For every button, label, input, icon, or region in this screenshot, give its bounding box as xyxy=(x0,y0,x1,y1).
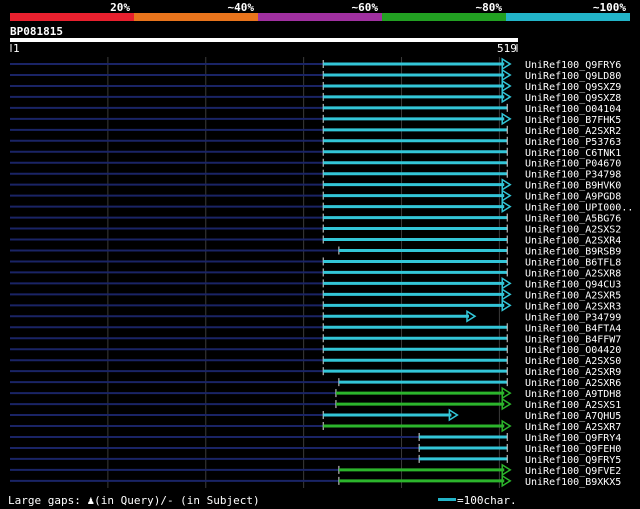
hit-row[interactable]: UniRef100_B4FTA4 xyxy=(10,323,621,334)
hit-row[interactable]: UniRef100_A9PGD8 xyxy=(10,189,621,203)
hit-row[interactable]: UniRef100_Q9SXZ9 xyxy=(10,79,621,93)
hit-row[interactable]: UniRef100_A2SXR9 xyxy=(10,367,621,378)
hit-row[interactable]: UniRef100_C6TNK1 xyxy=(10,147,621,159)
hit-row[interactable]: UniRef100_A2SXR4 xyxy=(10,235,621,247)
hit-label[interactable]: UniRef100_B6TFL8 xyxy=(525,257,621,268)
hit-label[interactable]: UniRef100_A2SXR5 xyxy=(525,290,621,301)
legend-label-3: ~60% xyxy=(352,1,379,14)
hit-row[interactable]: UniRef100_A2SXR2 xyxy=(10,125,621,137)
legend-segment-2 xyxy=(134,13,258,21)
hit-label[interactable]: UniRef100_B4FFW7 xyxy=(525,334,621,345)
hit-row[interactable]: UniRef100_A2SXR8 xyxy=(10,268,621,279)
legend-segment-4 xyxy=(382,13,506,21)
hit-row[interactable]: UniRef100_A5BG76 xyxy=(10,213,621,225)
hit-row[interactable]: UniRef100_A2SXR6 xyxy=(10,378,621,389)
hit-row[interactable]: UniRef100_Q9LD80 xyxy=(10,68,621,82)
hit-label[interactable]: UniRef100_A2SXR7 xyxy=(525,422,621,433)
legend-segment-1 xyxy=(10,13,134,21)
legend-segment-5 xyxy=(506,13,630,21)
hit-label[interactable]: UniRef100_B4FTA4 xyxy=(525,323,621,334)
query-bar xyxy=(10,38,518,42)
hit-label[interactable]: UniRef100_A7QHU5 xyxy=(525,411,621,422)
hit-label[interactable]: UniRef100_Q9FEH0 xyxy=(525,444,621,455)
hit-row[interactable]: UniRef100_A2SXS0 xyxy=(10,356,621,367)
query-id: BP081815 xyxy=(10,25,63,38)
hit-label[interactable]: UniRef100_A2SXS1 xyxy=(525,400,621,411)
hit-row[interactable]: UniRef100_Q9FRY5 xyxy=(10,454,621,466)
hit-label[interactable]: UniRef100_P04670 xyxy=(525,159,621,170)
hit-label[interactable]: UniRef100_B9RSB9 xyxy=(525,246,621,257)
hit-label[interactable]: UniRef100_Q9FRY4 xyxy=(525,433,621,444)
query-end: 519 xyxy=(497,42,517,55)
hit-row[interactable]: UniRef100_A7QHU5 xyxy=(10,408,621,422)
gaps-legend-text: Large gaps: ♟(in Query)/- (in Subject) xyxy=(8,494,260,507)
hit-label[interactable]: UniRef100_B7FHK5 xyxy=(525,115,621,126)
hit-label[interactable]: UniRef100_A2SXR4 xyxy=(525,236,621,247)
hit-label[interactable]: UniRef100_A2SXS2 xyxy=(525,225,621,236)
hit-label[interactable]: UniRef100_Q9LD80 xyxy=(525,71,621,82)
hit-label[interactable]: UniRef100_C6TNK1 xyxy=(525,148,621,159)
hit-label[interactable]: UniRef100_P53763 xyxy=(525,137,621,148)
hit-label[interactable]: UniRef100_O04420 xyxy=(525,345,621,356)
hit-label[interactable]: UniRef100_A5BG76 xyxy=(525,214,621,225)
hit-label[interactable]: UniRef100_O04104 xyxy=(525,104,621,115)
hit-label[interactable]: UniRef100_B9XKX5 xyxy=(525,477,621,488)
legend-label-5: ~100% xyxy=(593,1,626,14)
legend-label-1: 20% xyxy=(110,1,130,14)
hit-row[interactable]: UniRef100_Q9FVE2 xyxy=(10,463,621,477)
hit-label[interactable]: UniRef100_A9PGD8 xyxy=(525,192,621,203)
hit-row[interactable]: UniRef100_P34799 xyxy=(10,309,621,323)
hit-row[interactable]: UniRef100_P34798 xyxy=(10,169,621,181)
hit-row[interactable]: UniRef100_B7FHK5 xyxy=(10,112,621,126)
identity-legend-labels: 20% ~40% ~60% ~80% ~100% xyxy=(110,1,626,14)
legend-label-4: ~80% xyxy=(476,1,503,14)
scale-text: =100char. xyxy=(457,494,517,507)
hit-label[interactable]: UniRef100_A2SXR6 xyxy=(525,378,621,389)
hit-row[interactable]: UniRef100_A2SXS2 xyxy=(10,224,621,236)
legend-label-2: ~40% xyxy=(228,1,255,14)
hit-rows: UniRef100_Q9FRY6UniRef100_Q9LD80UniRef10… xyxy=(10,57,633,488)
hit-label[interactable]: UniRef100_Q9FRY5 xyxy=(525,455,621,466)
hit-label[interactable]: UniRef100_A9TDH8 xyxy=(525,389,621,400)
hit-row[interactable]: UniRef100_O04420 xyxy=(10,345,621,356)
hit-row[interactable]: UniRef100_B9HVK0 xyxy=(10,178,621,192)
hit-label[interactable]: UniRef100_Q9FRY6 xyxy=(525,60,621,71)
legend-segment-3 xyxy=(258,13,382,21)
hit-label[interactable]: UniRef100_P34798 xyxy=(525,170,621,181)
hit-row[interactable]: UniRef100_A2SXR3 xyxy=(10,298,621,312)
hit-row[interactable]: UniRef100_Q9SXZ8 xyxy=(10,90,621,104)
hit-label[interactable]: UniRef100_A2SXS0 xyxy=(525,356,621,367)
hit-row[interactable]: UniRef100_A2SXR5 xyxy=(10,288,621,301)
hit-label[interactable]: UniRef100_A2SXR3 xyxy=(525,301,621,312)
hit-row[interactable]: UniRef100_P04670 xyxy=(10,158,621,170)
hit-row[interactable]: UniRef100_B9RSB9 xyxy=(10,246,621,257)
hit-label[interactable]: UniRef100_B9HVK0 xyxy=(525,181,621,192)
hit-row[interactable]: UniRef100_B4FFW7 xyxy=(10,334,621,345)
hit-row[interactable]: UniRef100_O04104 xyxy=(10,103,621,115)
hit-label[interactable]: UniRef100_Q9SXZ9 xyxy=(525,82,621,93)
hit-row[interactable]: UniRef100_B6TFL8 xyxy=(10,257,621,268)
hit-row[interactable]: UniRef100_Q9FRY6 xyxy=(10,57,621,71)
hit-row[interactable]: UniRef100_Q9FEH0 xyxy=(10,443,621,455)
hit-row[interactable]: UniRef100_P53763 xyxy=(10,136,621,148)
hit-row[interactable]: UniRef100_UPI000.. xyxy=(10,200,633,214)
hit-row[interactable]: UniRef100_A2SXS1 xyxy=(10,397,621,411)
query-start: 1 xyxy=(13,42,20,55)
hit-row[interactable]: UniRef100_Q94CU3 xyxy=(10,277,621,290)
hit-row[interactable]: UniRef100_A2SXR7 xyxy=(10,419,621,433)
hit-label[interactable]: UniRef100_A2SXR2 xyxy=(525,126,621,137)
hit-label[interactable]: UniRef100_Q94CU3 xyxy=(525,279,621,290)
hit-row[interactable]: UniRef100_B9XKX5 xyxy=(10,474,621,488)
hit-label[interactable]: UniRef100_UPI000.. xyxy=(525,203,633,214)
hit-label[interactable]: UniRef100_A2SXR8 xyxy=(525,268,621,279)
hit-label[interactable]: UniRef100_A2SXR9 xyxy=(525,367,621,378)
hit-label[interactable]: UniRef100_Q9FVE2 xyxy=(525,466,621,477)
hit-row[interactable]: UniRef100_Q9FRY4 xyxy=(10,432,621,444)
alignment-overview: 20% ~40% ~60% ~80% ~100% BP081815 1 519 UniR… xyxy=(8,1,633,507)
hit-row[interactable]: UniRef100_A9TDH8 xyxy=(10,386,621,400)
scale-bar xyxy=(438,498,456,501)
identity-legend-bar xyxy=(10,13,630,21)
hit-label[interactable]: UniRef100_Q9SXZ8 xyxy=(525,93,621,104)
hit-label[interactable]: UniRef100_P34799 xyxy=(525,312,621,323)
